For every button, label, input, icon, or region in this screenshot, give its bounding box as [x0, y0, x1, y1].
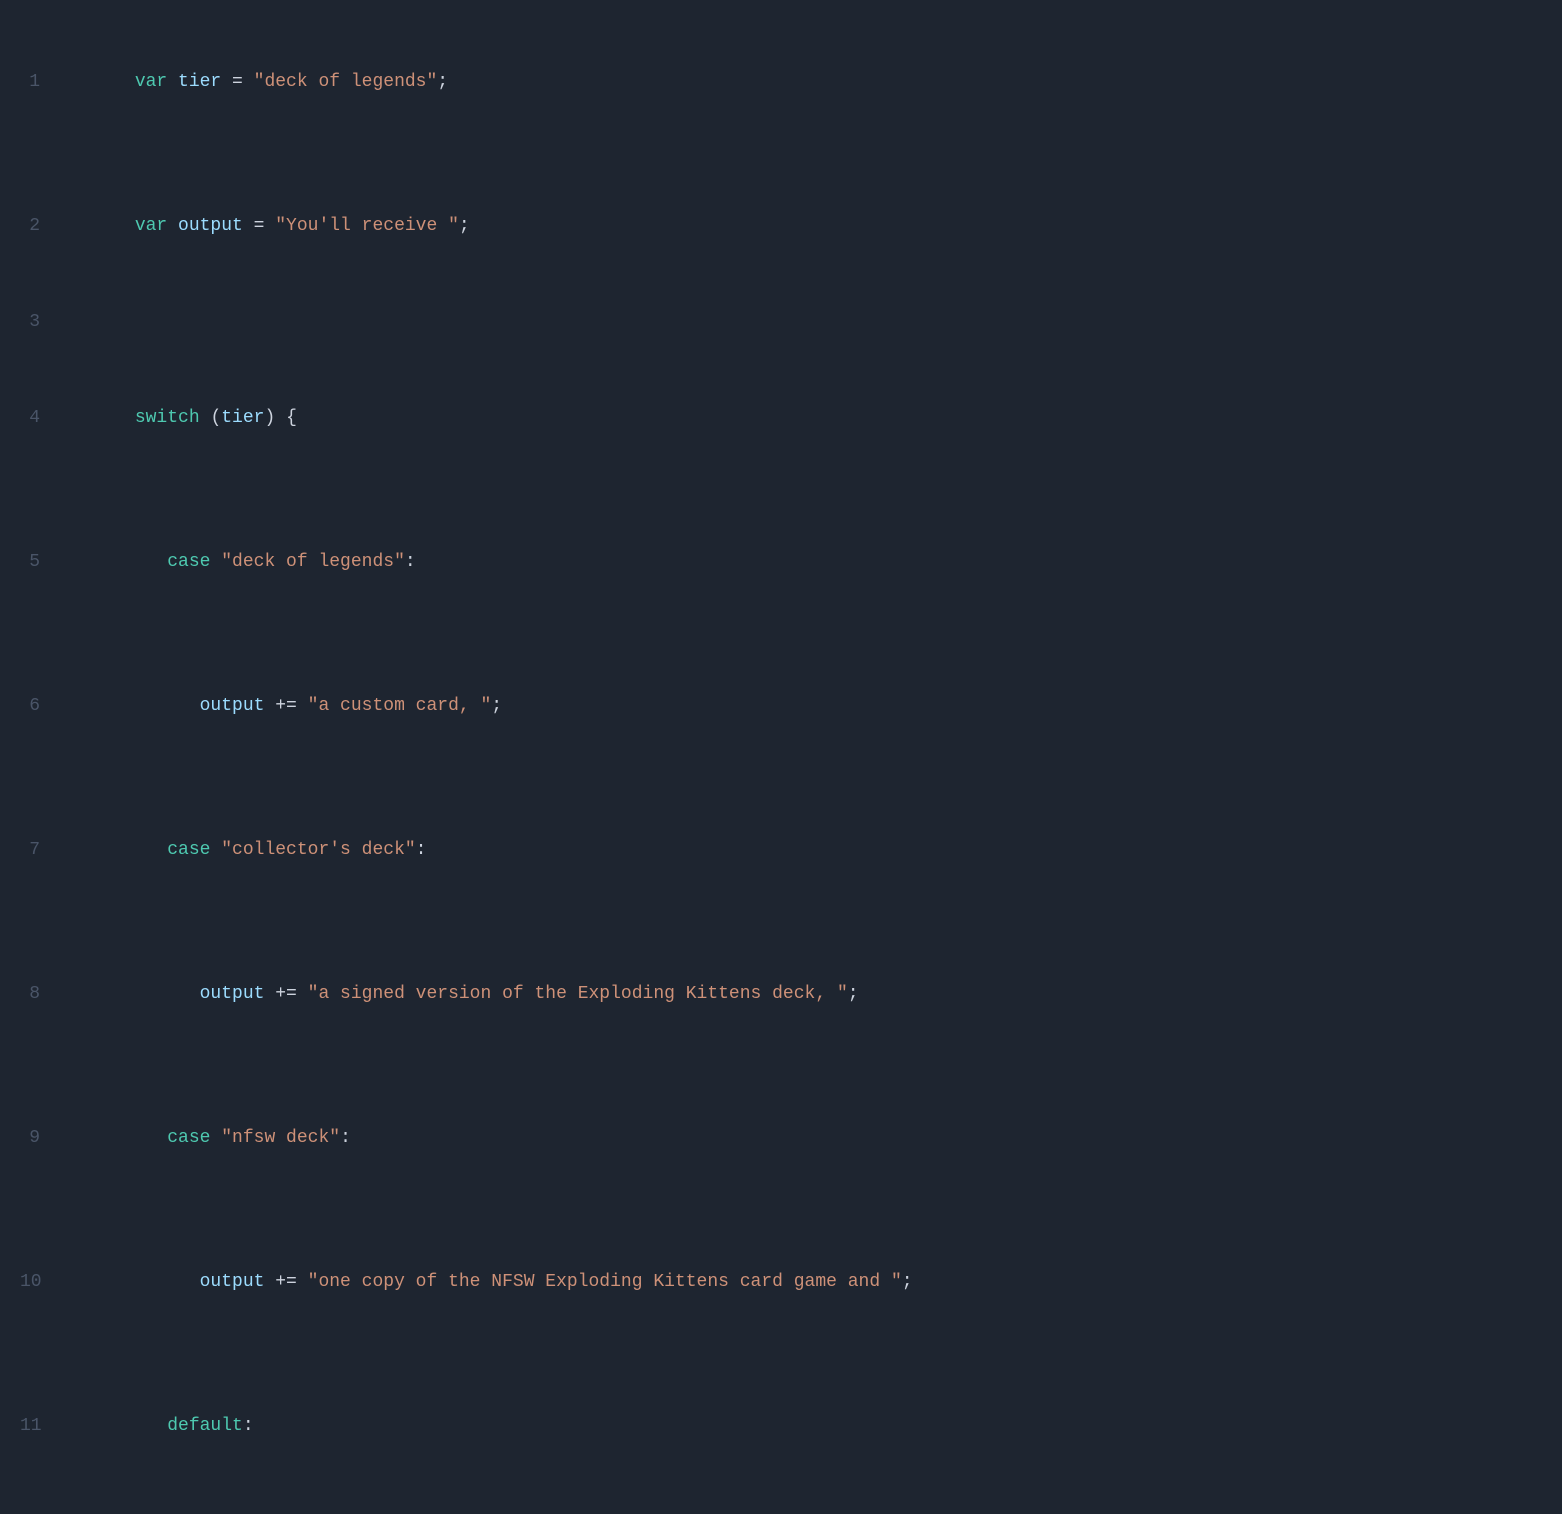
indent-8	[135, 984, 200, 1004]
line-number-8: 8	[20, 970, 70, 1018]
keyword-case-2: case	[167, 840, 221, 860]
operator-pluseq-2: +=	[264, 984, 307, 1004]
line-number-7: 7	[20, 826, 70, 874]
code-line-2: 2 var output = "You'll receive ";	[0, 154, 1562, 298]
string-case-deck: "deck of legends"	[221, 552, 405, 572]
punct-semi-3: ;	[491, 696, 502, 716]
punct-semi-2: ;	[459, 216, 470, 236]
operator-eq: =	[221, 72, 253, 92]
punct-open-paren: (	[210, 408, 221, 428]
line-8-content: output += "a signed version of the Explo…	[70, 922, 859, 1066]
keyword-case-1: case	[167, 552, 221, 572]
line-12-content: output += "one copy of the Exploding Kit…	[70, 1498, 815, 1514]
identifier-tier: tier	[178, 72, 221, 92]
indent-10	[135, 1272, 200, 1292]
code-line-4: 4 switch (tier) {	[0, 346, 1562, 490]
string-youll-receive: "You'll receive "	[275, 216, 459, 236]
code-line-3: 3	[0, 298, 1562, 346]
operator-pluseq-1: +=	[264, 696, 307, 716]
identifier-output-4: output	[200, 1272, 265, 1292]
indent-5	[135, 552, 167, 572]
line-number-1: 1	[20, 58, 70, 106]
line-11-content: default:	[70, 1354, 254, 1498]
line-number-10: 10	[20, 1258, 70, 1306]
code-line-7: 7 case "collector's deck":	[0, 778, 1562, 922]
line-number-11: 11	[20, 1402, 70, 1450]
punct-colon-4: :	[243, 1416, 254, 1436]
operator-eq-2: =	[243, 216, 275, 236]
code-line-10: 10 output += "one copy of the NFSW Explo…	[0, 1210, 1562, 1354]
line-number-2: 2	[20, 202, 70, 250]
line-4-content: switch (tier) {	[70, 346, 297, 490]
line-5-content: case "deck of legends":	[70, 490, 416, 634]
identifier-output-2: output	[200, 696, 265, 716]
code-line-5: 5 case "deck of legends":	[0, 490, 1562, 634]
operator-pluseq-3: +=	[264, 1272, 307, 1292]
string-deck-of-legends: "deck of legends"	[254, 72, 438, 92]
indent-11	[135, 1416, 167, 1436]
identifier-output-3: output	[200, 984, 265, 1004]
string-case-collectors: "collector's deck"	[221, 840, 415, 860]
code-line-11: 11 default:	[0, 1354, 1562, 1498]
line-10-content: output += "one copy of the NFSW Explodin…	[70, 1210, 913, 1354]
keyword-switch: switch	[135, 408, 211, 428]
identifier-tier-2: tier	[221, 408, 264, 428]
line-2-content: var output = "You'll receive ";	[70, 154, 470, 298]
line-number-4: 4	[20, 394, 70, 442]
string-nfsw-copy: "one copy of the NFSW Exploding Kittens …	[308, 1272, 902, 1292]
string-case-nfsw: "nfsw deck"	[221, 1128, 340, 1148]
keyword-case-3: case	[167, 1128, 221, 1148]
indent-6	[135, 696, 200, 716]
line-number-3: 3	[20, 298, 70, 346]
keyword-var: var	[135, 72, 178, 92]
punct-semi: ;	[437, 72, 448, 92]
indent-9	[135, 1128, 167, 1148]
punct-close-brace-open: ) {	[264, 408, 296, 428]
line-3-content	[70, 298, 81, 346]
line-number-9: 9	[20, 1114, 70, 1162]
code-line-1: 1 var tier = "deck of legends";	[0, 10, 1562, 154]
line-number-6: 6	[20, 682, 70, 730]
punct-colon-2: :	[416, 840, 427, 860]
punct-semi-4: ;	[848, 984, 859, 1004]
identifier-output: output	[178, 216, 243, 236]
keyword-default: default	[167, 1416, 243, 1436]
punct-colon-1: :	[405, 552, 416, 572]
code-line-6: 6 output += "a custom card, ";	[0, 634, 1562, 778]
code-line-9: 9 case "nfsw deck":	[0, 1066, 1562, 1210]
line-9-content: case "nfsw deck":	[70, 1066, 351, 1210]
indent-7	[135, 840, 167, 860]
code-editor: 1 var tier = "deck of legends"; 2 var ou…	[0, 0, 1562, 1514]
code-line-12: 12 output += "one copy of the Exploding …	[0, 1498, 1562, 1514]
line-7-content: case "collector's deck":	[70, 778, 426, 922]
string-custom-card: "a custom card, "	[308, 696, 492, 716]
punct-semi-5: ;	[902, 1272, 913, 1292]
keyword-var-2: var	[135, 216, 178, 236]
line-6-content: output += "a custom card, ";	[70, 634, 502, 778]
punct-colon-3: :	[340, 1128, 351, 1148]
string-signed-version: "a signed version of the Exploding Kitte…	[308, 984, 848, 1004]
line-number-5: 5	[20, 538, 70, 586]
code-line-8: 8 output += "a signed version of the Exp…	[0, 922, 1562, 1066]
line-1-content: var tier = "deck of legends";	[70, 10, 448, 154]
